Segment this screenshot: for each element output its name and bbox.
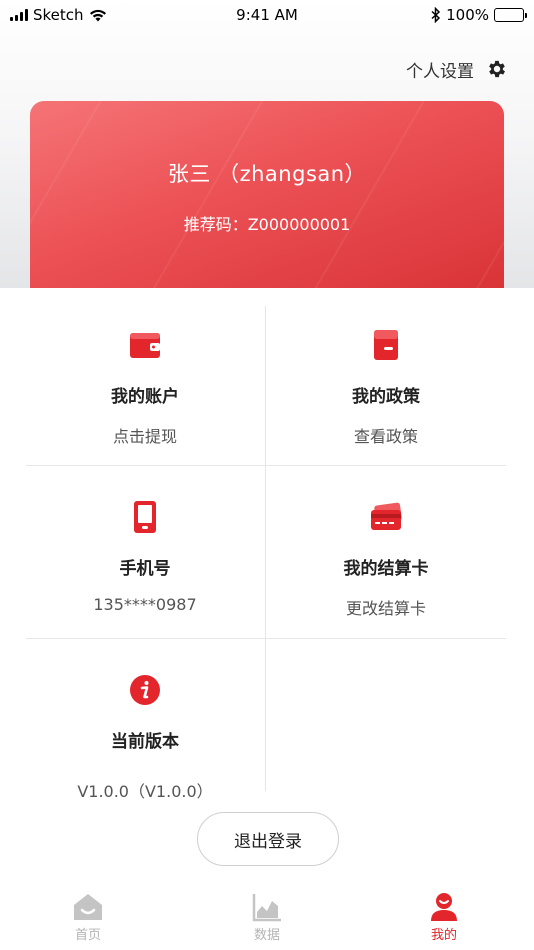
profile-card: 张三 （zhangsan） 推荐码：Z000000001	[30, 101, 504, 288]
menu-item-account[interactable]: 我的账户 点击提现	[25, 328, 265, 447]
menu-item-account-title: 我的账户	[111, 387, 179, 407]
menu-item-version-sub: V1.0.0（V1.0.0）	[77, 782, 213, 801]
tab-mine-label: 我的	[430, 928, 457, 943]
grid-divider-row1	[26, 465, 506, 466]
menu-item-bank-card-sub: 更改结算卡	[345, 599, 426, 618]
status-left: Sketch	[10, 6, 107, 24]
status-bar: Sketch 9:41 AM 100%	[0, 0, 534, 30]
settings-link[interactable]: 个人设置	[406, 56, 508, 82]
menu-item-policy[interactable]: 我的政策 查看政策	[266, 328, 506, 447]
battery-percent: 100%	[446, 6, 489, 24]
tab-data-label: 数据	[253, 928, 280, 943]
logout-button[interactable]: 退出登录	[197, 812, 339, 866]
status-right: 100%	[431, 6, 527, 24]
referral-code: 推荐码：Z000000001	[183, 215, 351, 234]
user-icon	[431, 893, 457, 921]
bluetooth-icon	[431, 7, 441, 23]
bank-card-icon	[371, 502, 402, 530]
chart-icon	[252, 894, 281, 922]
tab-home[interactable]: 首页	[48, 892, 128, 943]
menu-item-bank-card[interactable]: 我的结算卡 更改结算卡	[266, 500, 506, 619]
menu-item-policy-title: 我的政策	[352, 387, 420, 407]
tab-data[interactable]: 数据	[227, 892, 307, 943]
wallet-icon	[130, 333, 160, 358]
menu-item-version[interactable]: 当前版本 V1.0.0（V1.0.0）	[25, 673, 265, 802]
menu-item-bank-card-title: 我的结算卡	[343, 559, 429, 579]
signal-icon	[10, 9, 28, 21]
gear-icon	[489, 60, 505, 78]
grid-divider-row2	[26, 638, 506, 639]
tab-home-label: 首页	[74, 928, 101, 943]
policy-icon	[374, 330, 398, 360]
menu-item-account-sub: 点击提现	[112, 427, 177, 446]
menu-item-version-title: 当前版本	[111, 732, 179, 752]
wifi-icon	[89, 9, 106, 22]
menu-item-phone-sub: 135****0987	[93, 595, 197, 614]
phone-icon	[134, 501, 156, 533]
carrier-label: Sketch	[33, 6, 84, 24]
settings-label: 个人设置	[406, 61, 474, 82]
menu-item-phone-title: 手机号	[119, 559, 171, 579]
info-icon	[130, 675, 160, 705]
tab-bar: 首页 数据 我的	[0, 886, 534, 950]
battery-icon	[494, 8, 527, 22]
menu-item-policy-sub: 查看政策	[353, 427, 418, 446]
menu-item-phone[interactable]: 手机号 135****0987	[25, 500, 265, 614]
user-name: 张三 （zhangsan）	[167, 162, 367, 186]
tab-mine[interactable]: 我的	[404, 892, 484, 943]
home-icon	[74, 894, 102, 920]
